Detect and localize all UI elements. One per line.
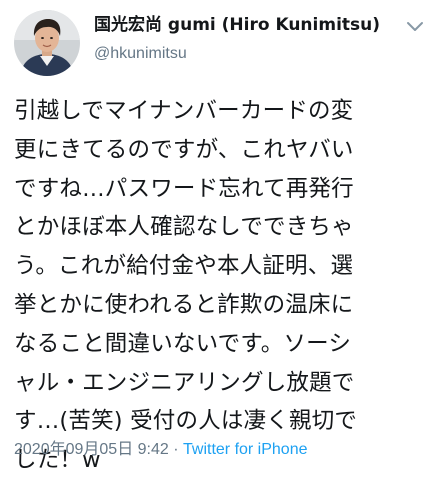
tweet-text-line: ですね…パスワード忘れて再発行 [14,175,354,202]
tweet-text-line: ャル・エンジニアリングし放題で [14,369,355,396]
tweet-timestamp[interactable]: 2020年09月05日 9:42 [14,441,169,458]
tweet-text-line: 挙とかに使われると詐欺の温床に [14,291,354,318]
tweet-meta: 2020年09月05日 9:42 · Twitter for iPhone [14,440,308,460]
tweet-text-line: なること間違いないです。ソーシ [14,330,352,357]
tweet-source-link[interactable]: Twitter for iPhone [183,441,308,458]
tweet-card: 国光宏尚 gumi (Hiro Kunimitsu) @hkunimitsu 引… [0,0,438,473]
tweet-text-line: 引越しでマイナンバーカードの変 [14,98,354,124]
chevron-down-icon[interactable] [406,18,424,32]
user-handle[interactable]: @hkunimitsu [94,44,187,64]
avatar-photo [14,10,80,76]
tweet-text-line: う。これが給付金や本人証明、選 [14,253,354,280]
tweet-text-line: とかほぼ本人確認なしでできちゃ [14,214,354,241]
avatar[interactable] [14,10,80,76]
meta-separator: · [168,441,183,458]
tweet-text: 引越しでマイナンバーカードの変 更にきてるのですが、これヤバい ですね…パスワー… [14,92,428,480]
display-name[interactable]: 国光宏尚 gumi (Hiro Kunimitsu) [94,14,398,36]
tweet-text-line: す…(苦笑) 受付の人は凄く親切で [14,408,358,435]
tweet-text-line: 更にきてるのですが、これヤバい [14,136,354,163]
